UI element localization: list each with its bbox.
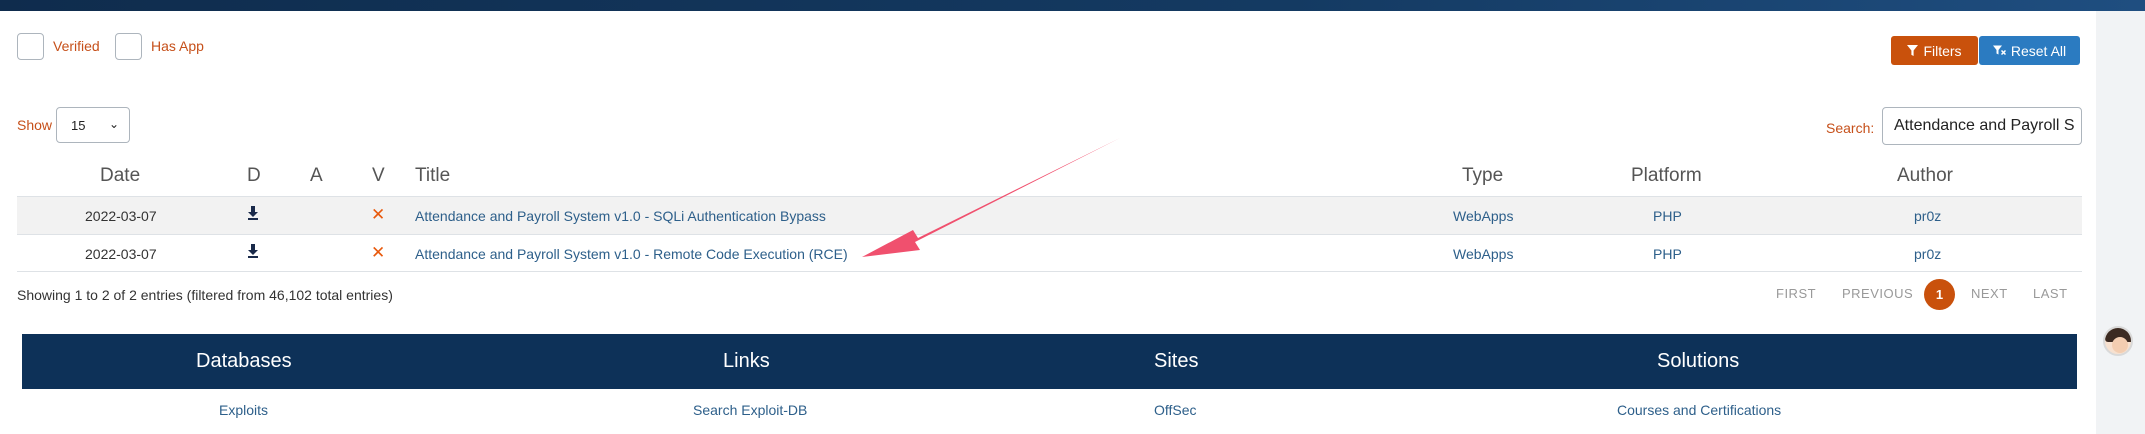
download-icon[interactable] bbox=[247, 206, 259, 223]
exploit-author-link[interactable]: pr0z bbox=[1914, 208, 1941, 224]
pagination-last[interactable]: LAST bbox=[2033, 286, 2068, 301]
top-header-bar bbox=[0, 0, 2145, 11]
column-header-type[interactable]: Type bbox=[1462, 165, 1503, 187]
pagination-current-page[interactable]: 1 bbox=[1924, 279, 1955, 310]
funnel-icon bbox=[1907, 45, 1919, 56]
exploit-platform-link[interactable]: PHP bbox=[1653, 246, 1682, 262]
exploit-type-link[interactable]: WebApps bbox=[1453, 246, 1513, 262]
has-app-label: Has App bbox=[151, 38, 204, 54]
column-header-download[interactable]: D bbox=[247, 165, 261, 187]
column-header-date[interactable]: Date bbox=[100, 165, 140, 187]
footer-heading-sites: Sites bbox=[1154, 350, 1199, 372]
column-header-verified[interactable]: V bbox=[372, 165, 385, 187]
not-verified-x-icon: ✕ bbox=[371, 243, 386, 262]
show-label: Show bbox=[17, 117, 53, 133]
exploit-date: 2022-03-07 bbox=[85, 208, 157, 224]
clear-filter-icon bbox=[1992, 45, 2006, 56]
pagination-previous[interactable]: PREVIOUS bbox=[1842, 286, 1913, 301]
pagination-first[interactable]: FIRST bbox=[1776, 286, 1816, 301]
filters-button[interactable]: Filters bbox=[1891, 36, 1978, 65]
reset-all-button-label: Reset All bbox=[2010, 42, 2067, 59]
reset-all-button[interactable]: Reset All bbox=[1979, 36, 2080, 65]
has-app-checkbox[interactable] bbox=[115, 33, 142, 60]
footer-heading-solutions: Solutions bbox=[1657, 350, 1740, 372]
not-verified-x-icon: ✕ bbox=[371, 205, 386, 224]
footer-nav-bar bbox=[22, 334, 2077, 389]
exploit-title-link[interactable]: Attendance and Payroll System v1.0 - Rem… bbox=[415, 246, 848, 262]
column-header-platform[interactable]: Platform bbox=[1631, 165, 1702, 187]
download-icon[interactable] bbox=[247, 244, 259, 261]
filters-button-label: Filters bbox=[1923, 42, 1962, 59]
footer-link-offsec[interactable]: OffSec bbox=[1154, 402, 1197, 418]
table-info: Showing 1 to 2 of 2 entries (filtered fr… bbox=[17, 287, 393, 303]
footer-link-search-exploit-db[interactable]: Search Exploit-DB bbox=[693, 402, 807, 418]
exploit-title-link[interactable]: Attendance and Payroll System v1.0 - SQL… bbox=[415, 208, 826, 224]
entries-per-page-select[interactable]: 15 ⌄ bbox=[56, 107, 130, 143]
footer-link-courses[interactable]: Courses and Certifications bbox=[1617, 402, 1781, 418]
exploit-author-link[interactable]: pr0z bbox=[1914, 246, 1941, 262]
entries-per-page-value: 15 bbox=[71, 117, 86, 133]
exploit-date: 2022-03-07 bbox=[85, 246, 157, 262]
verified-checkbox[interactable] bbox=[17, 33, 44, 60]
footer-heading-links: Links bbox=[723, 350, 770, 372]
column-header-author[interactable]: Author bbox=[1897, 165, 1953, 187]
right-gutter bbox=[2096, 11, 2145, 434]
table-row: 2022-03-07 ✕ Attendance and Payroll Syst… bbox=[17, 234, 2082, 272]
search-label: Search: bbox=[1826, 120, 1875, 136]
footer-link-exploits[interactable]: Exploits bbox=[219, 402, 268, 418]
search-input[interactable]: Attendance and Payroll S bbox=[1882, 107, 2082, 145]
column-header-title[interactable]: Title bbox=[415, 165, 450, 187]
column-header-app[interactable]: A bbox=[310, 165, 323, 187]
pagination-next[interactable]: NEXT bbox=[1971, 286, 2008, 301]
chevron-down-icon: ⌄ bbox=[108, 117, 119, 131]
verified-label: Verified bbox=[53, 38, 100, 54]
footer-heading-databases: Databases bbox=[196, 350, 292, 372]
exploit-type-link[interactable]: WebApps bbox=[1453, 208, 1513, 224]
exploit-platform-link[interactable]: PHP bbox=[1653, 208, 1682, 224]
table-row: 2022-03-07 ✕ Attendance and Payroll Syst… bbox=[17, 196, 2082, 234]
chat-avatar-icon[interactable] bbox=[2103, 326, 2133, 356]
